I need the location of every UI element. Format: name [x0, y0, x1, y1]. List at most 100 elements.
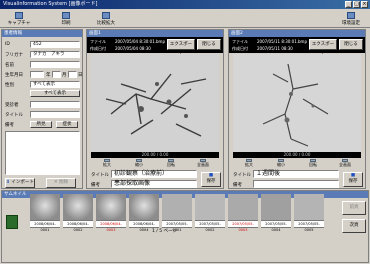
compare-button[interactable]: 比較拡大: [92, 10, 120, 27]
window-title: Visualinformation System [画像ボード]: [3, 1, 98, 7]
thumbnail-1[interactable]: 2008/06/04-0001: [30, 194, 60, 232]
name-label: 名前: [5, 63, 14, 68]
prev-page-button[interactable]: 前頁: [342, 201, 366, 215]
day-suffix: 日: [78, 73, 83, 78]
viewer-1-controls: 拡大 縮小 回転 全画面: [91, 158, 219, 168]
title-label: タイトル: [5, 113, 23, 118]
viewer-2-date-label: 作成日付: [232, 46, 248, 51]
thumbnail-5[interactable]: 2007/05/05-0001: [162, 194, 192, 232]
viewer-2-export-button[interactable]: エクスポート: [309, 39, 337, 56]
viewer-1-fullscreen-button[interactable]: 全画面: [187, 158, 219, 168]
thumbnail-8[interactable]: 2007/05/05-0004: [261, 194, 291, 232]
show-all-button[interactable]: すべて表示: [30, 90, 80, 97]
symptoms-button[interactable]: 症状: [56, 121, 78, 128]
id-label: ID: [5, 42, 10, 47]
thumbnail-image: [96, 194, 126, 220]
window-titlebar: Visualinformation System [画像ボード]: [0, 0, 370, 9]
print-button[interactable]: 印刷: [54, 10, 78, 27]
month-suffix: 月: [62, 73, 67, 78]
remarks-label: 備考: [5, 123, 14, 128]
minimize-button[interactable]: _: [345, 1, 352, 8]
viewer-1-close-button[interactable]: 閉じる: [197, 39, 221, 50]
patient-list[interactable]: [5, 131, 80, 175]
gear-icon: [347, 11, 355, 19]
thumbnail-image: [228, 194, 258, 220]
viewer-2-zoom-out-button[interactable]: 縮小: [265, 158, 297, 168]
thumbnail-image: [294, 194, 324, 220]
year-suffix: 年: [46, 73, 51, 78]
import-icon: ⬇: [6, 180, 10, 185]
viewer-2-zoom-in-button[interactable]: 拡大: [233, 158, 265, 168]
next-page-button[interactable]: 次頁: [342, 219, 366, 233]
viewer-1-file-value: 2007/05/04 8:30:01.bmp: [115, 39, 165, 44]
furigana-label: フリガナ: [5, 53, 23, 58]
viewer-1-image[interactable]: [91, 54, 219, 152]
viewer-1-zoom-out-button[interactable]: 縮小: [123, 158, 155, 168]
viewer-1-save-button[interactable]: ■ 保存: [201, 172, 221, 187]
thumbnail-image: [63, 194, 93, 220]
toolbar: キャプチャ 印刷 比較拡大 環境設定: [0, 9, 370, 28]
findings-button[interactable]: 所見: [30, 121, 52, 128]
import-button[interactable]: ⬇ インポート: [5, 178, 35, 188]
dob-day-field[interactable]: [68, 71, 77, 78]
viewer-1-title-label: タイトル: [91, 173, 109, 178]
viewer-1-date-label: 作成日付: [90, 46, 106, 51]
thumbnail-2[interactable]: 2008/06/04-0002: [63, 194, 93, 232]
gender-select[interactable]: すべて表示: [30, 81, 80, 88]
printer-icon: [62, 11, 70, 19]
folder-icon[interactable]: [6, 215, 18, 229]
id-field[interactable]: 452: [30, 41, 80, 48]
viewer-1-export-button[interactable]: エクスポート: [167, 39, 195, 56]
thumbnail-9[interactable]: 2007/05/05-0005: [294, 194, 324, 232]
settings-button[interactable]: 環境設定: [336, 10, 366, 27]
thumbnail-7[interactable]: 2007/05/05-0003: [228, 194, 258, 232]
viewer-1-zoom-in-button[interactable]: 拡大: [91, 158, 123, 168]
thumbnail-image: [195, 194, 225, 220]
delete-icon: ✕: [53, 180, 58, 185]
viewer-2: 画面2 ファイル 2007/05/11 8:30:01.bmp 作成日付 200…: [228, 29, 366, 189]
thumbnail-4[interactable]: 2008/06/04-0004: [129, 194, 159, 232]
viewer-2-date-value: 2007/05/11 08:30: [257, 46, 293, 51]
dob-year-field[interactable]: [30, 71, 44, 78]
dob-label: 生年月日: [5, 73, 23, 78]
viewer-1-date-value: 2007/05/04 08:30: [115, 46, 151, 51]
thumbnail-3[interactable]: 2008/06/04-0003: [96, 194, 126, 232]
viewer-2-title-label: タイトル: [233, 173, 251, 178]
viewer-2-rotate-button[interactable]: 回転: [297, 158, 329, 168]
window-controls: _ □ ×: [345, 1, 368, 8]
viewer-2-save-button[interactable]: ■ 保存: [343, 172, 363, 187]
compare-icon: [102, 11, 110, 19]
delete-button[interactable]: ✕ 削除: [46, 178, 76, 188]
thumbnail-image: [261, 194, 291, 220]
maximize-button[interactable]: □: [353, 1, 360, 8]
patient-panel-header: 患者情報: [2, 30, 82, 37]
camera-icon: [15, 11, 23, 19]
viewer-2-remarks-field[interactable]: [253, 180, 339, 188]
thumbnail-image: [30, 194, 60, 220]
viewer-2-header: 画面2: [229, 30, 365, 37]
viewer-1-remarks-label: 備考: [91, 183, 100, 188]
furigana-field[interactable]: タナカ アキラ: [30, 51, 80, 58]
micrograph-2: [233, 54, 361, 152]
name-field[interactable]: [30, 61, 80, 68]
viewer-2-title-field[interactable]: １週間後: [253, 170, 339, 178]
close-window-button[interactable]: ×: [361, 1, 368, 8]
patient-panel: 患者情報 ID 452 フリガナ タナカ アキラ 名前 生年月日 年 月 日 性…: [1, 29, 83, 189]
viewer-2-close-button[interactable]: 閉じる: [339, 39, 363, 50]
dob-month-field[interactable]: [52, 71, 61, 78]
viewer-1-rotate-button[interactable]: 回転: [155, 158, 187, 168]
thumbnail-image: [162, 194, 192, 220]
thumbnail-image: [129, 194, 159, 220]
thumbnail-6[interactable]: 2007/05/05-0002: [195, 194, 225, 232]
gender-label: 性別: [5, 83, 14, 88]
viewer-1: 画面1 ファイル 2007/05/04 8:30:01.bmp 作成日付 200…: [86, 29, 224, 189]
viewer-1-title-field[interactable]: 初診観察（治療前）: [111, 170, 197, 178]
title-field[interactable]: [30, 111, 80, 118]
record-field[interactable]: [30, 101, 80, 108]
viewer-2-remarks-label: 備考: [233, 183, 242, 188]
viewer-2-image[interactable]: [233, 54, 361, 152]
viewer-2-file-label: ファイル: [232, 39, 248, 44]
viewer-1-remarks-field[interactable]: 患部採取画像: [111, 180, 197, 188]
capture-button[interactable]: キャプチャ: [4, 10, 34, 27]
viewer-2-fullscreen-button[interactable]: 全画面: [329, 158, 361, 168]
